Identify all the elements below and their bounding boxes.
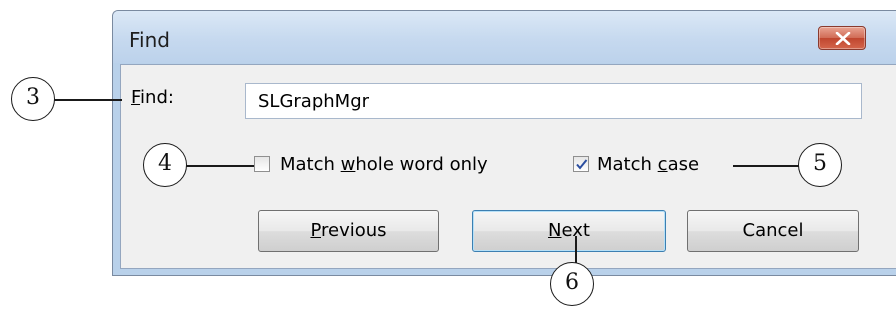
checkmark-icon [576,159,588,170]
callout-4: 4 [143,143,187,187]
callout-4-leader [186,165,254,167]
cancel-button[interactable]: Cancel [687,210,859,252]
close-x-icon [835,32,851,45]
match-whole-word-option[interactable]: Match whole word only [254,154,554,176]
dialog-body: Find: Match whole word only Match case P… [120,64,896,269]
find-input[interactable] [245,83,862,119]
title-bar[interactable]: Find [113,11,896,63]
match-case-label: Match case [597,154,700,175]
close-button[interactable] [818,26,866,50]
previous-button[interactable]: Previous [258,210,439,252]
callout-6: 6 [550,262,594,306]
match-whole-word-checkbox[interactable] [254,156,270,172]
callout-3: 3 [11,77,55,121]
find-label: Find: [131,87,174,108]
callout-5-leader [733,165,801,167]
dialog-title: Find [129,28,170,52]
callout-5: 5 [798,143,842,187]
callout-3-leader [54,99,122,101]
callout-6-leader [575,236,577,263]
match-whole-word-label: Match whole word only [280,154,488,175]
next-button[interactable]: Next [472,210,666,252]
find-dialog: Find Find: Match whole word only Match c… [112,10,896,276]
match-case-checkbox[interactable] [573,156,589,172]
match-case-option[interactable]: Match case [573,154,743,176]
